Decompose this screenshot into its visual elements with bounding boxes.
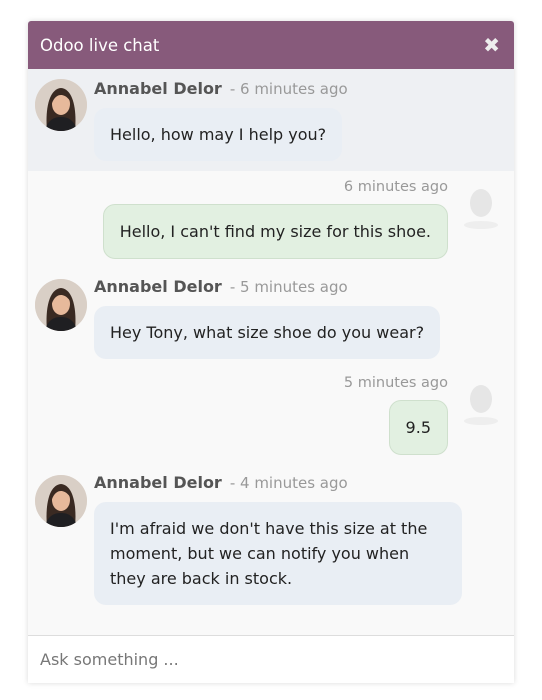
close-icon[interactable]: ✖ [483,35,500,55]
message-bubble: I'm afraid we don't have this size at th… [94,502,462,605]
message-item: 5 minutes ago 9.5 [28,367,514,465]
operator-avatar [35,475,87,527]
visitor-avatar [458,185,504,231]
message-bubble: Hello, how may I help you? [94,108,343,161]
message-time: 6 minutes ago [343,179,448,195]
author-name: Annabel Delor [94,473,222,492]
message-bubble: 9.5 [388,400,448,455]
chat-header: Odoo live chat ✖ [28,21,514,69]
message-item: 6 minutes ago Hello, I can't find my siz… [28,171,514,269]
composer [28,635,514,683]
chat-title: Odoo live chat [40,35,160,55]
message-input[interactable] [40,650,502,669]
message-time: - 5 minutes ago [229,278,348,296]
livechat-window: Odoo live chat ✖ Annabel Delor - 6 minute… [28,21,514,683]
author-name: Annabel Delor [94,277,222,296]
message-thread[interactable]: Annabel Delor - 6 minutes ago Hello, how … [28,69,514,635]
message-time: - 4 minutes ago [229,474,348,492]
message-bubble: Hello, I can't find my size for this sho… [102,204,448,259]
visitor-avatar [458,381,504,427]
operator-avatar [35,79,87,131]
message-time: - 6 minutes ago [229,80,348,98]
message-time: 5 minutes ago [343,375,448,391]
message-bubble: Hey Tony, what size shoe do you wear? [94,306,441,359]
operator-avatar [35,279,87,331]
message-item: Annabel Delor - 5 minutes ago Hey Tony, w… [28,269,514,367]
message-item: Annabel Delor - 6 minutes ago Hello, how … [28,69,514,171]
message-item: Annabel Delor - 4 minutes ago I'm afraid … [28,465,514,635]
author-name: Annabel Delor [94,79,222,98]
